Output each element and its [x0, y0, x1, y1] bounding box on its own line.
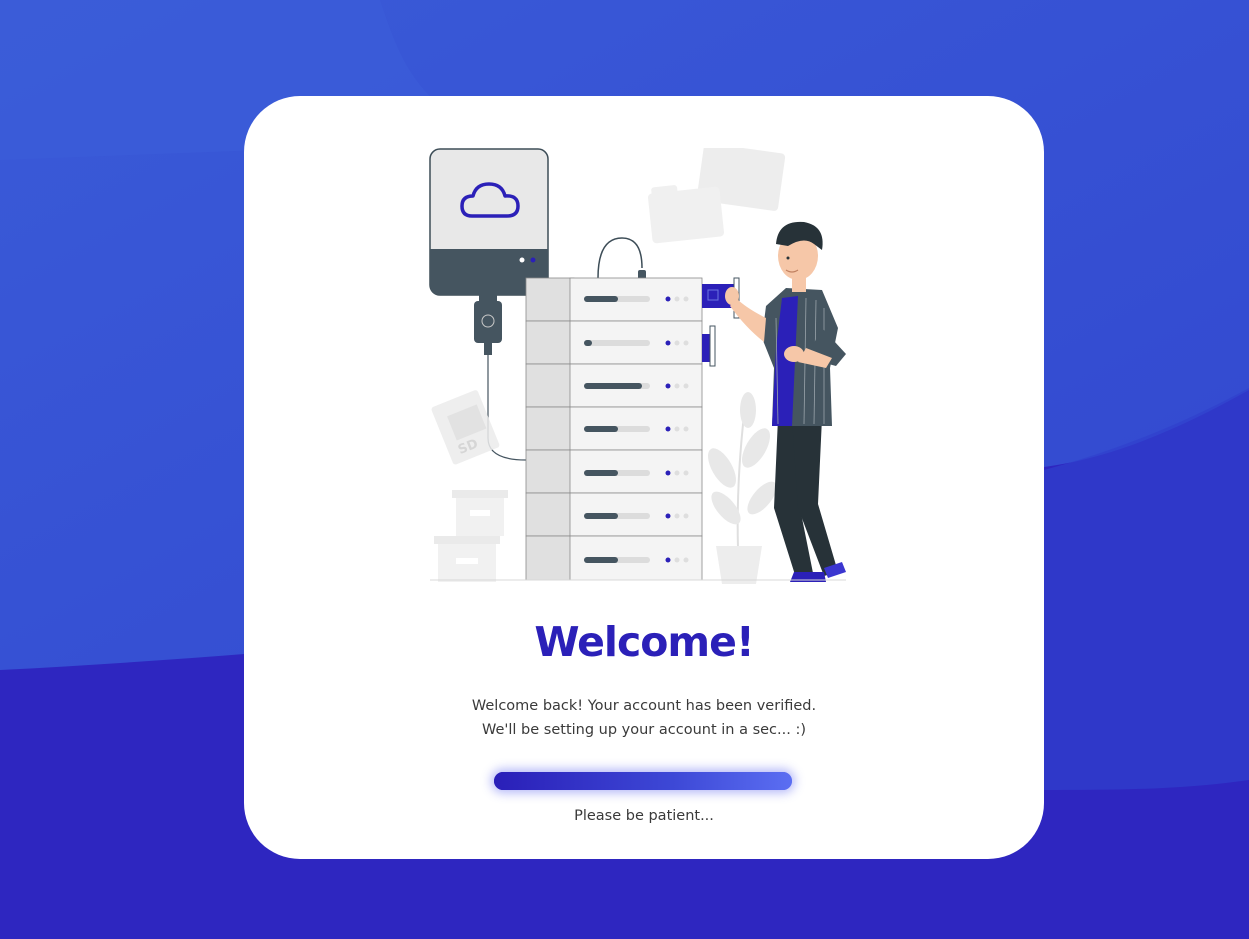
progress-bar-fill — [494, 772, 792, 790]
server-illustration: SD — [429, 148, 846, 584]
welcome-message-line1: Welcome back! Your account has been veri… — [471, 698, 817, 714]
sd-card-icon: SD — [431, 390, 500, 465]
folder-icon — [647, 148, 786, 244]
plant-icon — [708, 392, 777, 584]
server-unit — [525, 449, 703, 494]
welcome-title: Welcome! — [534, 618, 754, 666]
server-unit — [525, 406, 703, 451]
progress-bar — [494, 772, 792, 790]
server-rack — [525, 277, 703, 581]
welcome-card: SD Welcome! Welcome back! Your account h… — [244, 96, 1044, 859]
server-unit — [525, 535, 703, 581]
server-unit — [525, 492, 703, 537]
server-unit — [525, 363, 703, 408]
server-unit — [525, 277, 703, 322]
welcome-message-line2: We'll be setting up your account in a se… — [481, 722, 806, 738]
server-unit — [525, 320, 703, 365]
storage-boxes — [434, 490, 508, 582]
status-text: Please be patient... — [574, 808, 714, 824]
